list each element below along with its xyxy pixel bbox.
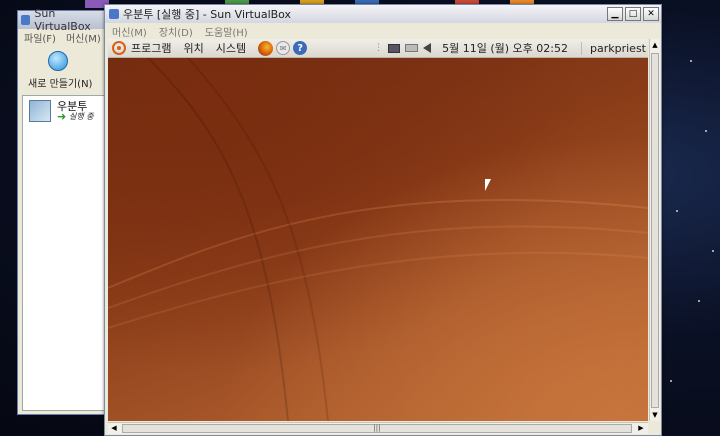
menu-machine[interactable]: 머신(M) — [112, 24, 147, 39]
system-tray: ⋮ 5월 11일 (월) 오후 02:52 parkpriest — [374, 39, 646, 57]
wallpaper-waves — [108, 58, 648, 421]
menu-help[interactable]: 도움말(H) — [205, 24, 248, 39]
horizontal-scrollbar[interactable]: ◀ ||| ▶ — [108, 422, 648, 434]
running-arrow-icon: ➜ — [57, 110, 67, 123]
panel-menu-applications[interactable]: 프로그램 — [131, 40, 171, 56]
mail-icon[interactable]: ✉ — [276, 41, 291, 55]
panel-menu-system[interactable]: 시스템 — [216, 40, 246, 56]
star — [705, 130, 707, 132]
panel-menu-places[interactable]: 위치 — [183, 40, 203, 56]
vertical-scrollbar[interactable]: ▲ ▼ — [649, 39, 660, 421]
virtualbox-icon — [21, 15, 31, 25]
scroll-down-icon[interactable]: ▼ — [651, 411, 659, 419]
star — [670, 380, 672, 382]
menu-devices[interactable]: 장치(D) — [159, 24, 193, 39]
minimize-button[interactable]: ▁ — [607, 7, 623, 21]
printer-icon[interactable] — [405, 44, 419, 52]
ubuntu-logo-icon[interactable] — [112, 41, 126, 55]
scroll-right-icon[interactable]: ▶ — [636, 424, 646, 433]
star — [698, 300, 700, 302]
virtualbox-icon — [109, 9, 119, 19]
tray-grip-icon: ⋮ — [374, 43, 384, 53]
star — [712, 250, 714, 252]
firefox-icon[interactable] — [258, 40, 274, 56]
panel-clock[interactable]: 5월 11일 (월) 오후 02:52 — [442, 40, 568, 56]
vm-titlebar[interactable]: 우분투 [실행 중] - Sun VirtualBox — [105, 5, 661, 23]
virtualbox-manager-window[interactable]: Sun VirtualBox 파일(F) 머신(M) 새로 만들기(N) 우분투… — [17, 7, 111, 415]
vm-window[interactable]: 우분투 [실행 중] - Sun VirtualBox ▁ □ ✕ 머신(M) … — [104, 4, 662, 436]
vertical-scroll-thumb[interactable] — [651, 53, 659, 408]
scroll-up-icon[interactable]: ▲ — [651, 41, 659, 49]
vm-state: 실행 중 — [69, 112, 94, 121]
vm-window-title: 우분투 [실행 중] - Sun VirtualBox — [123, 8, 292, 21]
horizontal-scroll-thumb[interactable]: ||| — [122, 424, 632, 433]
scroll-left-icon[interactable]: ◀ — [109, 424, 119, 433]
star — [676, 210, 678, 212]
menu-machine[interactable]: 머신(M) — [66, 30, 101, 45]
manager-titlebar[interactable]: Sun VirtualBox — [18, 7, 110, 33]
new-vm-icon[interactable] — [48, 51, 68, 71]
close-button[interactable]: ✕ — [643, 7, 659, 21]
menu-file[interactable]: 파일(F) — [24, 30, 56, 45]
ubuntu-vm-icon[interactable] — [29, 100, 51, 122]
maximize-button[interactable]: □ — [625, 7, 641, 21]
guest-top-panel: 프로그램 위치 시스템 ✉ ? ⋮ 5월 11일 (월) 오후 02:52 pa… — [108, 39, 648, 58]
vm-list: 우분투 ➜ 실행 중 — [22, 95, 110, 411]
volume-icon[interactable] — [423, 43, 432, 53]
vm-menubar: 머신(M) 장치(D) 도움말(H) — [105, 23, 661, 39]
star — [690, 60, 692, 62]
manager-toolbar: 새로 만들기(N) — [18, 45, 110, 97]
guest-desktop[interactable] — [108, 58, 648, 421]
panel-user[interactable]: parkpriest — [581, 41, 646, 55]
network-icon[interactable] — [388, 43, 401, 53]
mouse-cursor-icon — [485, 179, 491, 191]
help-icon[interactable]: ? — [293, 41, 308, 55]
window-controls: ▁ □ ✕ — [607, 7, 659, 21]
new-vm-button[interactable]: 새로 만들기(N) — [28, 75, 92, 90]
